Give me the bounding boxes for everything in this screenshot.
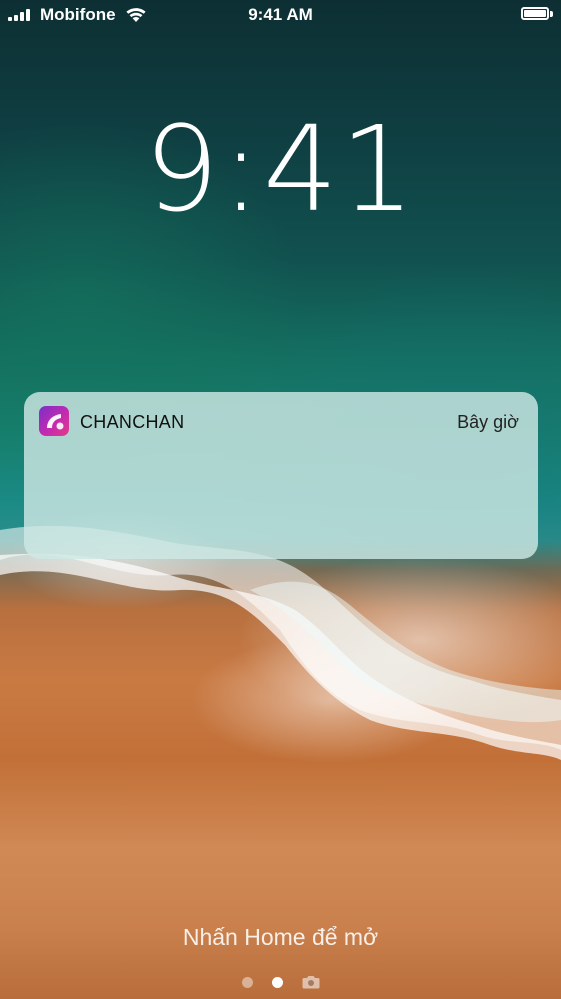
surf-foam <box>0 525 561 760</box>
lock-clock: 9:41 <box>144 100 417 238</box>
status-time: 9:41 AM <box>248 5 313 24</box>
battery-icon <box>521 7 549 20</box>
lock-screen: Mobifone 9:41 AM 9:41 CHANCHAN Bây giờ N… <box>0 0 561 999</box>
page-dot[interactable] <box>241 976 253 988</box>
notification-app-name: CHANCHAN <box>80 412 185 432</box>
unlock-hint: Nhấn Home để mở <box>182 924 379 950</box>
page-indicator[interactable] <box>0 975 561 989</box>
chanchan-app-icon <box>39 406 69 436</box>
camera-icon[interactable] <box>302 975 320 989</box>
notification-card[interactable]: CHANCHAN Bây giờ <box>24 392 538 559</box>
battery-tip <box>550 11 553 17</box>
page-dot-active[interactable] <box>271 976 283 988</box>
status-bar: Mobifone 9:41 AM <box>0 0 561 30</box>
notification-time: Bây giờ <box>457 412 519 432</box>
